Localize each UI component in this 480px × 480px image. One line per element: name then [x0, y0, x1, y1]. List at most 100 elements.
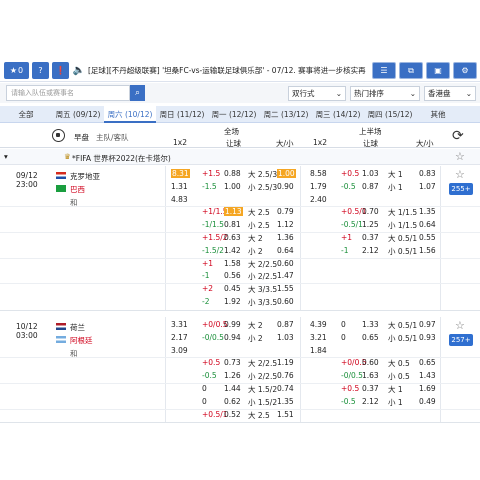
odds-cell[interactable]: 1.36 — [277, 233, 294, 242]
collapse-icon[interactable]: ▾ — [4, 152, 8, 161]
tab-sun[interactable]: 周日 (11/12) — [156, 106, 208, 123]
odds-cell[interactable]: 1.42 — [224, 246, 241, 255]
odds-cell[interactable]: 0.60 — [277, 297, 294, 306]
odds-cell[interactable]: 4.83 — [171, 195, 188, 204]
odds-cell[interactable]: 1.43 — [419, 371, 436, 380]
odds-cell[interactable]: 8.31 — [171, 169, 190, 178]
odds-cell[interactable]: 1.00 — [277, 169, 296, 178]
odds-cell[interactable]: 0.81 — [224, 220, 241, 229]
odds-cell[interactable]: 0.62 — [224, 397, 241, 406]
favorite-match-icon[interactable]: ☆ — [455, 169, 466, 180]
odds-cell[interactable]: 0.65 — [362, 333, 379, 342]
odds-cell[interactable]: 0.76 — [277, 371, 294, 380]
odds-cell[interactable]: 0.74 — [277, 384, 294, 393]
odds-cell[interactable]: 0.94 — [224, 333, 241, 342]
odds-cell[interactable]: 1.12 — [277, 220, 294, 229]
odds-cell[interactable]: 0.60 — [362, 358, 379, 367]
odds-cell[interactable]: 0.37 — [362, 233, 379, 242]
odds-cell[interactable]: 0.49 — [419, 397, 436, 406]
odds-cell[interactable]: 1.47 — [277, 271, 294, 280]
odds-cell[interactable]: 1.25 — [362, 220, 379, 229]
announcement-marquee[interactable]: [足球][不丹超级联赛] '坦桑FC-vs-运输联足球俱乐部' - 07/12.… — [88, 65, 368, 76]
odds-cell[interactable]: 0.37 — [362, 384, 379, 393]
odds-cell[interactable]: 1.51 — [277, 410, 294, 419]
odds-cell[interactable]: 3.21 — [310, 333, 327, 342]
odds-cell[interactable]: 0.65 — [419, 358, 436, 367]
odds-cell[interactable]: 0.99 — [224, 320, 241, 329]
odds-cell[interactable]: 0.79 — [277, 207, 294, 216]
odds-cell[interactable]: 1.79 — [310, 182, 327, 191]
live-tv-button[interactable]: ▣ — [426, 62, 450, 79]
odds-cell[interactable]: 1.44 — [224, 384, 241, 393]
odds-cell[interactable]: 0.64 — [419, 220, 436, 229]
odds-cell[interactable]: 1.33 — [362, 320, 379, 329]
odds-cell[interactable]: 1.31 — [171, 182, 188, 191]
odds-cell[interactable]: 3.09 — [171, 346, 188, 355]
odds-cell[interactable]: 0.60 — [277, 259, 294, 268]
odds-cell[interactable]: 3.31 — [171, 320, 188, 329]
odds-cell[interactable]: 1.07 — [419, 182, 436, 191]
favorites-button[interactable]: ★ 0 — [4, 62, 29, 79]
odds-cell[interactable]: 2.12 — [362, 246, 379, 255]
tab-wed[interactable]: 周三 (14/12) — [312, 106, 364, 123]
odds-cell[interactable]: 0.87 — [277, 320, 294, 329]
odds-cell[interactable]: 1.92 — [224, 297, 241, 306]
tab-all[interactable]: 全部 — [0, 106, 52, 123]
odds-cell[interactable]: 1.19 — [277, 358, 294, 367]
odds-cell[interactable]: 1.35 — [277, 397, 294, 406]
odds-cell[interactable]: 1.55 — [277, 284, 294, 293]
odds-format-select[interactable]: 香港盘 ⌄ — [424, 85, 476, 101]
odds-cell[interactable]: 0.63 — [224, 233, 241, 242]
odds-cell[interactable]: 0.97 — [419, 320, 436, 329]
refresh-icon[interactable]: ⟳ — [452, 128, 464, 144]
odds-cell[interactable]: 8.58 — [310, 169, 327, 178]
odds-cell[interactable]: 0.70 — [362, 207, 379, 216]
favorite-league-icon[interactable]: ☆ — [455, 151, 466, 162]
odds-cell[interactable]: 0.87 — [362, 182, 379, 191]
odds-cell[interactable]: 0.90 — [277, 182, 294, 191]
help-button[interactable]: ? — [32, 62, 49, 79]
odds-cell[interactable]: 1.58 — [224, 259, 241, 268]
odds-cell[interactable]: 0.83 — [419, 169, 436, 178]
odds-cell[interactable]: 0.64 — [277, 246, 294, 255]
speaker-icon[interactable]: 🔈 — [72, 64, 86, 78]
more-markets-button[interactable]: 255+ — [449, 183, 473, 195]
info-button[interactable]: ❗ — [52, 62, 69, 79]
tab-thu[interactable]: 周四 (15/12) — [364, 106, 416, 123]
odds-cell[interactable]: 1.56 — [419, 246, 436, 255]
odds-cell[interactable]: 0.55 — [419, 233, 436, 242]
tab-tue[interactable]: 周二 (13/12) — [260, 106, 312, 123]
odds-cell[interactable]: 4.39 — [310, 320, 327, 329]
search-input[interactable]: 请输入队伍或赛事名 — [6, 85, 130, 101]
sort-select[interactable]: 热门排序 ⌄ — [350, 85, 420, 101]
odds-cell[interactable]: 0.45 — [224, 284, 241, 293]
odds-cell[interactable]: 2.40 — [310, 195, 327, 204]
odds-cell[interactable]: 2.12 — [362, 397, 379, 406]
tab-fri[interactable]: 周五 (09/12) — [52, 106, 104, 123]
odds-cell[interactable]: 1.03 — [362, 169, 379, 178]
odds-cell[interactable]: 0.52 — [224, 410, 241, 419]
odds-cell[interactable]: 2.17 — [171, 333, 188, 342]
tab-other[interactable]: 其他 — [416, 106, 460, 123]
more-markets-button[interactable]: 257+ — [449, 334, 473, 346]
odds-cell[interactable]: 1.13 — [224, 207, 243, 217]
odds-cell[interactable]: 1.35 — [419, 207, 436, 216]
odds-cell[interactable]: 0.56 — [224, 271, 241, 280]
odds-cell[interactable]: 1.69 — [419, 384, 436, 393]
odds-cell[interactable]: 0.88 — [224, 169, 241, 178]
bet-slip-button[interactable]: ☰ — [372, 62, 396, 79]
tab-mon[interactable]: 周一 (12/12) — [208, 106, 260, 123]
search-button[interactable]: ⌕ — [130, 85, 145, 101]
odds-cell[interactable]: 0.73 — [224, 358, 241, 367]
odds-cell[interactable]: 1.84 — [310, 346, 327, 355]
odds-cell[interactable]: 1.03 — [277, 333, 294, 342]
odds-cell[interactable]: 0.93 — [419, 333, 436, 342]
odds-cell[interactable]: 1.63 — [362, 371, 379, 380]
odds-cell[interactable]: 1.26 — [224, 371, 241, 380]
tab-sat[interactable]: 周六 (10/12) — [104, 105, 156, 123]
settings-button[interactable]: ⚙ — [453, 62, 477, 79]
results-button[interactable]: ⧉ — [399, 62, 423, 79]
odds-type-select[interactable]: 双行式 ⌄ — [288, 85, 346, 101]
odds-cell[interactable]: 1.00 — [224, 182, 241, 191]
favorite-match-icon[interactable]: ☆ — [455, 320, 466, 331]
